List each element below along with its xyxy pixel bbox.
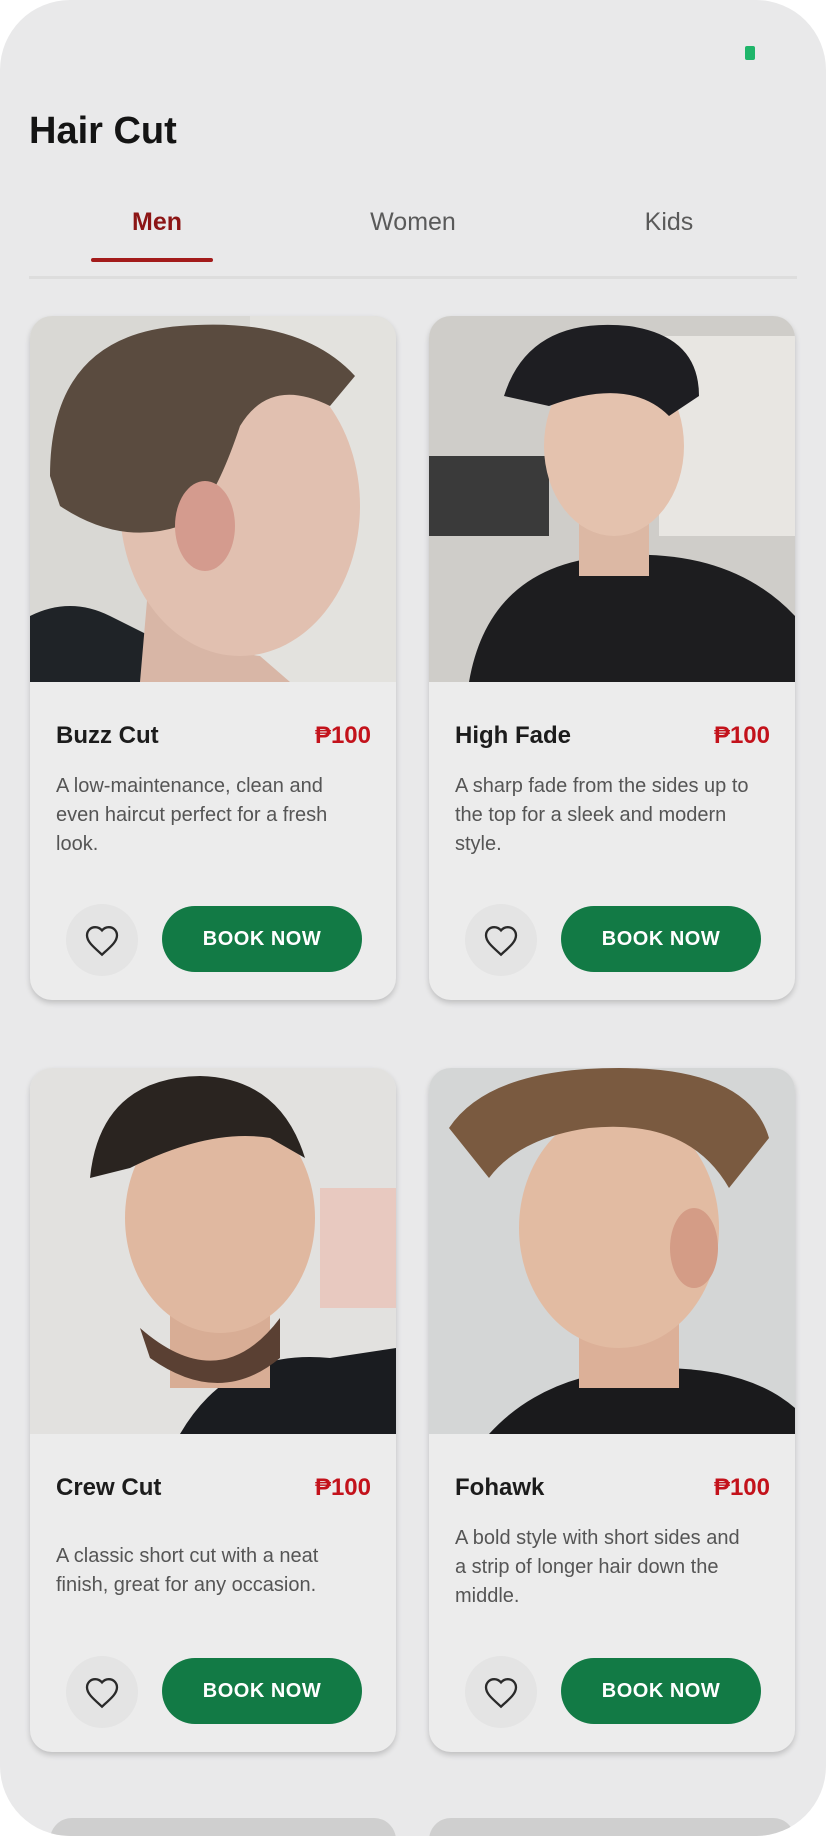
- haircut-description: A bold style with short sides and a stri…: [455, 1527, 740, 1607]
- haircut-photo: [30, 1068, 396, 1434]
- haircut-card: Crew Cut ₱100 A classic short cut with a…: [30, 1068, 396, 1752]
- haircut-card: Buzz Cut ₱100 A low-maintenance, clean a…: [30, 316, 396, 1000]
- book-now-button[interactable]: BOOK NOW: [561, 906, 761, 972]
- heart-outline-icon: [484, 1678, 518, 1709]
- haircut-photo: [429, 316, 795, 682]
- favorite-button[interactable]: [465, 904, 537, 976]
- tab-kids[interactable]: Kids: [541, 208, 797, 237]
- book-now-button[interactable]: BOOK NOW: [162, 1658, 362, 1724]
- haircut-name: Buzz Cut: [56, 722, 159, 749]
- haircut-card-partial: [429, 1818, 795, 1836]
- favorite-button[interactable]: [66, 904, 138, 976]
- favorite-button[interactable]: [66, 1656, 138, 1728]
- active-tab-indicator: [91, 258, 213, 262]
- haircut-photo: [429, 1068, 795, 1434]
- tab-men[interactable]: Men: [29, 208, 285, 237]
- haircut-description: A sharp fade from the sides up to the to…: [455, 775, 749, 855]
- heart-outline-icon: [85, 1678, 119, 1709]
- haircut-price: ₱100: [713, 1474, 770, 1501]
- tab-women[interactable]: Women: [285, 208, 541, 237]
- haircut-card: High Fade ₱100 A sharp fade from the sid…: [429, 316, 795, 1000]
- haircut-name: Crew Cut: [56, 1474, 162, 1501]
- haircut-description: A low-maintenance, clean and even haircu…: [56, 775, 328, 855]
- page-title: Hair Cut: [29, 110, 177, 152]
- favorite-button[interactable]: [465, 1656, 537, 1728]
- haircut-price: ₱100: [314, 722, 371, 749]
- status-indicator: [745, 46, 755, 60]
- book-now-button[interactable]: BOOK NOW: [162, 906, 362, 972]
- haircut-card-partial: [50, 1818, 396, 1836]
- app-screen: Hair Cut Men Women Kids Buzz Cut ₱100 A …: [0, 0, 826, 1836]
- heart-outline-icon: [484, 926, 518, 957]
- haircut-name: High Fade: [455, 722, 572, 749]
- haircut-description: A classic short cut with a neat finish, …: [56, 1545, 319, 1596]
- haircut-card: Fohawk ₱100 A bold style with short side…: [429, 1068, 795, 1752]
- haircut-name: Fohawk: [455, 1474, 545, 1501]
- heart-outline-icon: [85, 926, 119, 957]
- category-tabs: Men Women Kids: [29, 196, 797, 279]
- haircut-price: ₱100: [713, 722, 770, 749]
- haircut-photo: [30, 316, 396, 682]
- haircut-price: ₱100: [314, 1474, 371, 1501]
- book-now-button[interactable]: BOOK NOW: [561, 1658, 761, 1724]
